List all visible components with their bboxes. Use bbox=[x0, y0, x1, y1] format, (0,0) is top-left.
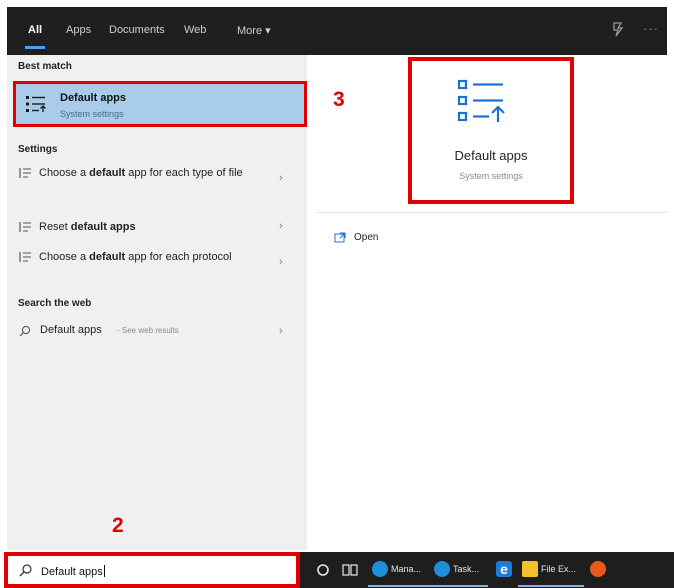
detail-title: Default apps bbox=[454, 148, 528, 163]
tab-documents[interactable]: Documents bbox=[109, 24, 165, 36]
annotation-step-2: 2 bbox=[112, 514, 124, 537]
chrome-icon bbox=[590, 561, 606, 577]
taskbar-app-edge-task[interactable]: Task... bbox=[430, 561, 488, 587]
taskbar: Mana... Task... e File Ex... bbox=[300, 552, 674, 588]
chevron-right-icon: › bbox=[279, 172, 283, 184]
settings-item-label: Choose a default app for each type of fi… bbox=[39, 166, 259, 181]
results-panel: Best match Default apps System settings … bbox=[7, 55, 307, 550]
search-window: All Apps Documents Web More ▾ ··· Best m… bbox=[0, 0, 674, 588]
annotation-step-3: 3 bbox=[333, 88, 345, 111]
tab-all[interactable]: All bbox=[24, 24, 46, 49]
edge-icon bbox=[434, 561, 450, 577]
label-part: app for each protocol bbox=[125, 251, 232, 263]
best-match-heading: Best match bbox=[18, 61, 72, 72]
taskbar-app-edge-manage[interactable]: Mana... bbox=[368, 561, 430, 587]
chevron-right-icon: › bbox=[279, 256, 283, 268]
open-label: Open bbox=[354, 232, 379, 243]
label-bold-part: default bbox=[89, 167, 126, 179]
web-query: Default apps bbox=[40, 324, 102, 336]
detail-subtitle: System settings bbox=[459, 171, 523, 181]
list-settings-icon bbox=[19, 222, 31, 232]
taskbar-app-label: File Ex... bbox=[541, 564, 577, 574]
settings-item-label: Reset default apps bbox=[39, 220, 259, 235]
chevron-down-icon: ▾ bbox=[265, 25, 271, 37]
folder-icon bbox=[522, 561, 538, 577]
detail-card: Default apps System settings bbox=[408, 57, 574, 204]
search-input[interactable]: Default apps bbox=[41, 565, 105, 578]
settings-item-reset[interactable]: Reset default apps › bbox=[15, 220, 305, 238]
taskbar-app-file-explorer[interactable]: File Ex... bbox=[518, 561, 584, 587]
divider bbox=[316, 212, 667, 213]
taskbar-app-chrome[interactable] bbox=[590, 561, 608, 579]
chevron-right-icon: › bbox=[279, 220, 283, 232]
chevron-right-icon: › bbox=[279, 325, 283, 337]
search-icon bbox=[19, 325, 31, 337]
web-results-hint: - See web results bbox=[117, 326, 179, 335]
default-apps-icon bbox=[26, 96, 46, 112]
web-search-result[interactable]: Default apps - See web results › bbox=[15, 323, 305, 343]
label-part: Reset bbox=[39, 221, 71, 233]
settings-item-protocol[interactable]: Choose a default app for each protocol › bbox=[15, 250, 305, 284]
taskbar-search-box[interactable]: Default apps bbox=[4, 552, 300, 588]
label-part: Choose a bbox=[39, 251, 90, 263]
default-apps-icon bbox=[457, 79, 505, 122]
label-bold-part: default apps bbox=[70, 221, 136, 233]
settings-heading: Settings bbox=[18, 144, 58, 155]
more-options-icon[interactable]: ··· bbox=[643, 21, 659, 36]
best-match-subtitle: System settings bbox=[60, 109, 124, 119]
list-settings-icon bbox=[19, 168, 31, 178]
taskbar-app-ie[interactable]: e bbox=[496, 561, 514, 579]
settings-item-label: Choose a default app for each protocol bbox=[39, 250, 259, 265]
settings-item-file-type[interactable]: Choose a default app for each type of fi… bbox=[15, 166, 305, 200]
task-view-icon[interactable] bbox=[342, 563, 358, 577]
tab-web[interactable]: Web bbox=[184, 24, 206, 36]
label-part: Choose a bbox=[39, 167, 90, 179]
search-tab-bar: All Apps Documents Web More ▾ ··· bbox=[7, 7, 667, 55]
search-input-value: Default apps bbox=[41, 566, 103, 578]
search-icon bbox=[19, 564, 32, 577]
best-match-item[interactable]: Default apps System settings bbox=[13, 81, 307, 127]
open-icon bbox=[334, 232, 346, 243]
cortana-icon[interactable] bbox=[316, 563, 330, 577]
taskbar-app-label: Task... bbox=[453, 564, 480, 574]
search-web-heading: Search the web bbox=[18, 298, 92, 309]
text-caret bbox=[103, 565, 105, 577]
tab-apps[interactable]: Apps bbox=[66, 24, 91, 36]
list-settings-icon bbox=[19, 252, 31, 262]
detail-panel: Default apps System settings Open bbox=[316, 57, 667, 550]
internet-explorer-icon: e bbox=[496, 561, 512, 577]
label-bold-part: default bbox=[89, 251, 126, 263]
tab-more[interactable]: More ▾ bbox=[237, 24, 271, 37]
tab-more-label: More bbox=[237, 25, 263, 37]
edge-icon bbox=[372, 561, 388, 577]
best-match-title: Default apps bbox=[60, 92, 127, 104]
feedback-icon[interactable] bbox=[610, 20, 628, 38]
taskbar-app-label: Mana... bbox=[391, 564, 422, 574]
label-part: app for each type of file bbox=[125, 167, 243, 179]
